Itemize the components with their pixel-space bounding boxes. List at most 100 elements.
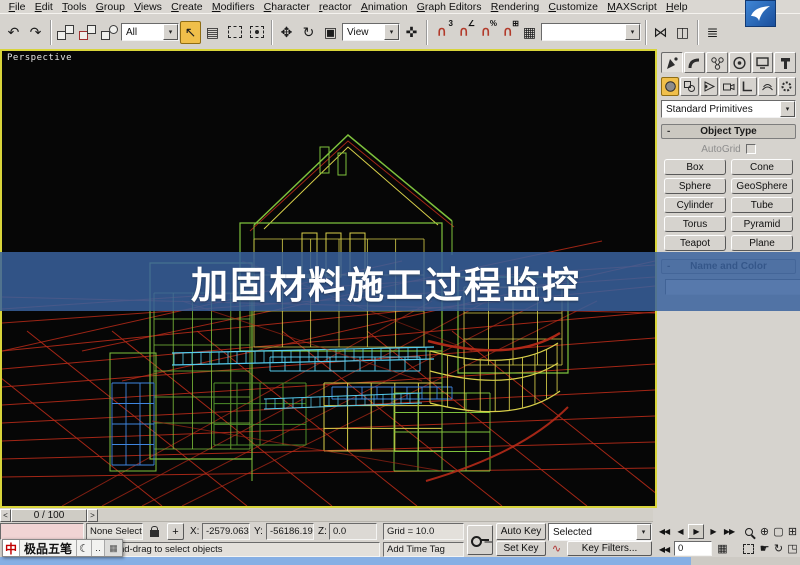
systems-icon[interactable] [777,77,796,96]
next-frame-icon[interactable]: ▶ [705,524,721,539]
pyramid-button[interactable]: Pyramid [731,216,793,232]
time-slider-track[interactable] [98,509,653,522]
ime-language-icon[interactable]: 中 [3,540,20,556]
maxscript-mini-listener[interactable] [0,523,84,540]
dropdown-arrow-icon[interactable]: ▾ [384,24,399,40]
menu-modifiers[interactable]: Modifiers [207,1,259,13]
dropdown-arrow-icon[interactable]: ▾ [636,524,651,540]
dropdown-arrow-icon[interactable]: ▾ [163,24,178,40]
shapes-icon[interactable] [680,77,699,96]
create-tab-icon[interactable] [661,52,683,73]
ime-softkeyboard-icon[interactable]: ▦ [105,540,123,556]
reference-coordsys-dropdown[interactable]: View ▾ [342,23,400,41]
selection-lock-icon[interactable] [146,524,163,539]
time-slider-handle[interactable]: 0 / 100 [11,509,87,522]
edit-named-selections-icon[interactable]: ▦ [519,21,540,44]
tube-button[interactable]: Tube [731,197,793,213]
selection-filter-dropdown[interactable]: All ▾ [121,23,179,41]
menu-animation[interactable]: Animation [356,1,412,13]
autogrid-checkbox[interactable] [745,144,756,154]
sphere-button[interactable]: Sphere [664,178,726,194]
menu-create[interactable]: Create [167,1,208,13]
current-frame-input[interactable] [674,541,712,556]
redo-icon[interactable]: ↷ [25,21,46,44]
utilities-tab-icon[interactable] [774,52,797,73]
menu-reactor[interactable]: reactor [314,1,356,13]
menu-maxscript[interactable]: MAXScript [603,1,662,13]
primitives-category-dropdown[interactable]: Standard Primitives ▾ [661,100,796,118]
play-icon[interactable]: ▶ [688,524,704,539]
add-time-tag-field[interactable]: Add Time Tag [383,542,464,557]
cone-button[interactable]: Cone [731,159,793,175]
menu-graph-editors[interactable]: Graph Editors [412,1,486,13]
lights-icon[interactable] [699,77,719,96]
mirror-icon[interactable]: ⋈ [650,21,671,44]
cylinder-button[interactable]: Cylinder [664,197,726,213]
spinner-snap-icon[interactable]: ∪ ⊞ [497,19,519,44]
zoom-extents-all-icon[interactable]: ⊞ [784,524,800,539]
undo-icon[interactable]: ↶ [3,21,24,44]
menu-help[interactable]: Help [661,1,692,13]
menu-group[interactable]: Group [91,1,129,13]
geosphere-button[interactable]: GeoSphere [731,178,793,194]
layer-manager-icon[interactable]: ≣ [702,21,723,44]
go-to-start-icon[interactable]: ◀◀ [656,524,672,539]
menu-views[interactable]: Views [130,1,167,13]
key-filters-button[interactable]: Key Filters... [567,541,652,556]
zoom-icon[interactable] [740,524,757,539]
x-coordinate-field[interactable]: -2579.063 [202,523,250,540]
object-type-rollout-header[interactable]: - Object Type [661,124,796,139]
dropdown-arrow-icon[interactable]: ▾ [780,101,795,117]
ime-punctuation-icon[interactable]: ‥ [92,540,106,556]
menu-edit[interactable]: Edit [30,1,57,13]
motion-tab-icon[interactable] [729,52,751,73]
select-and-manipulate-icon[interactable]: ✜ [401,21,422,44]
absolute-mode-icon[interactable]: + [167,523,184,540]
previous-frame-icon[interactable]: ◀ [672,524,688,539]
teapot-button[interactable]: Teapot [664,235,726,251]
set-key-button[interactable]: Set Key [496,541,546,556]
menu-rendering[interactable]: Rendering [486,1,544,13]
zoom-region-icon[interactable] [740,541,757,556]
select-by-name-icon[interactable]: ▤ [202,21,223,44]
align-icon[interactable]: ◫ [672,21,693,44]
geometry-icon[interactable] [661,77,680,96]
dropdown-arrow-icon[interactable]: ▾ [625,24,640,40]
key-mode-dropdown[interactable]: Selected ▾ [548,523,652,541]
plane-button[interactable]: Plane [731,235,793,251]
select-and-scale-icon[interactable]: ▣ [320,21,341,44]
key-icon[interactable] [467,525,493,555]
select-and-rotate-icon[interactable]: ↻ [298,21,319,44]
time-configuration-icon[interactable]: ▦ [714,541,731,556]
time-slider-prev-icon[interactable]: < [0,509,11,522]
go-to-start-small-icon[interactable]: ◀◀ [656,542,672,557]
unlink-selection-icon[interactable] [77,21,98,44]
menu-customize[interactable]: Customize [544,1,603,13]
space-warps-icon[interactable] [758,77,777,96]
ime-fullhalf-moon-icon[interactable]: ☾ [77,540,93,556]
select-and-link-icon[interactable] [55,21,76,44]
cameras-icon[interactable] [719,77,738,96]
viewport-label[interactable]: Perspective [7,53,72,63]
auto-key-button[interactable]: Auto Key [496,523,546,540]
z-coordinate-field[interactable]: 0.0 [329,523,377,540]
y-coordinate-field[interactable]: -56186.19 [266,523,314,540]
maximize-viewport-icon[interactable]: ◳ [784,541,800,556]
menu-file[interactable]: File [4,1,30,13]
modify-tab-icon[interactable] [683,52,706,73]
rectangular-selection-region-icon[interactable] [224,21,245,44]
percent-snap-icon[interactable]: ∪% [475,19,497,44]
time-slider-next-icon[interactable]: > [87,509,98,522]
angle-snap-icon[interactable]: ∪ ∠ [453,19,475,44]
named-selection-dropdown[interactable]: ▾ [541,23,641,41]
display-tab-icon[interactable] [751,52,774,73]
go-to-end-icon[interactable]: ▶▶ [721,524,737,539]
window-crossing-icon[interactable] [246,21,267,44]
menu-character[interactable]: Character [259,1,314,13]
default-in-out-tangent-icon[interactable]: ∿ [548,541,565,556]
snap-toggle-icon[interactable]: ∪ 3 [431,19,453,44]
ime-name-label[interactable]: 极品五笔 [20,540,78,556]
helpers-icon[interactable] [738,77,758,96]
select-and-move-icon[interactable]: ✥ [276,21,297,44]
menu-tools[interactable]: Tools [57,1,91,13]
